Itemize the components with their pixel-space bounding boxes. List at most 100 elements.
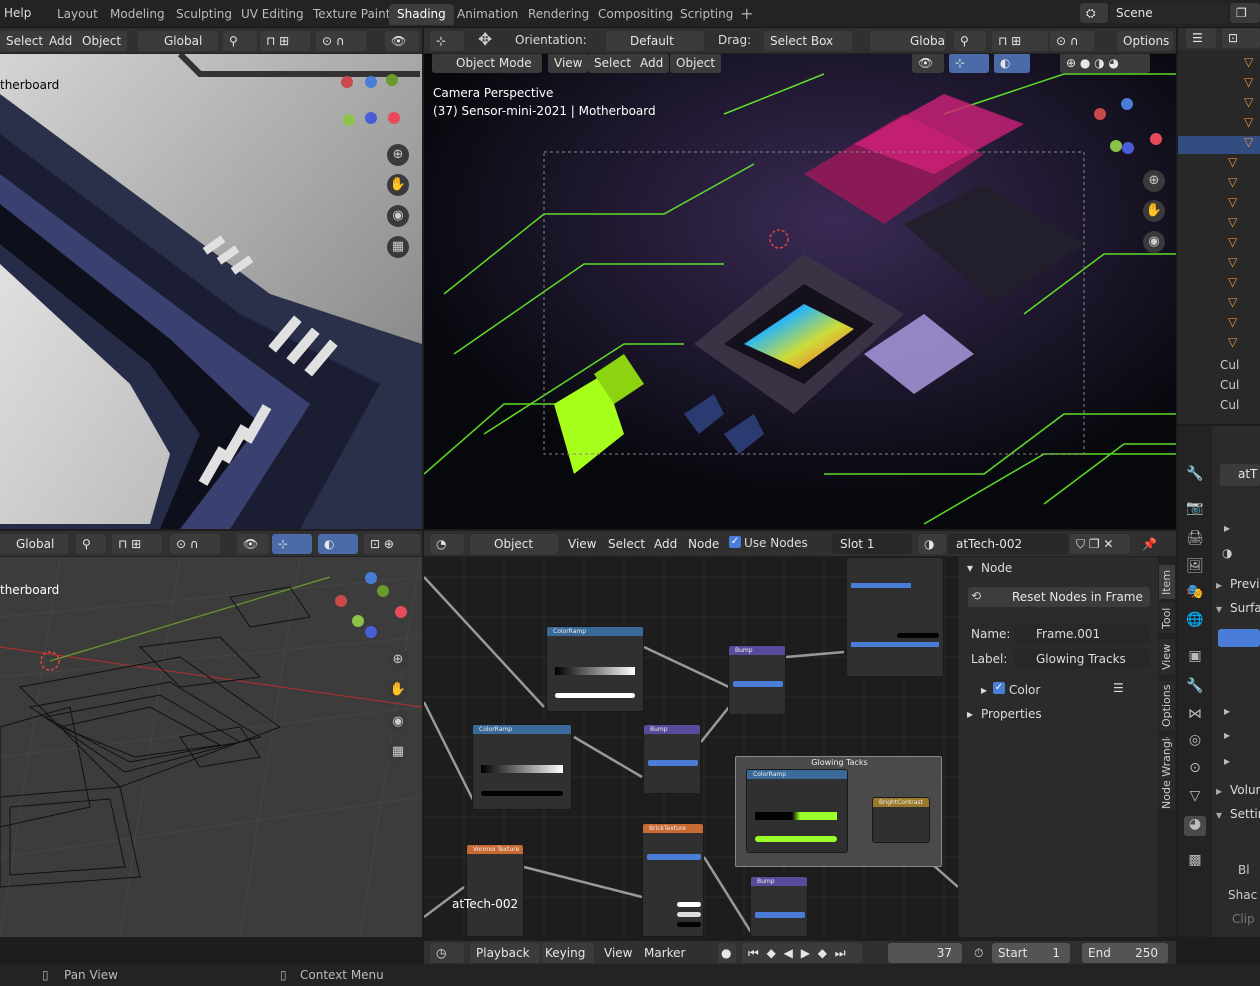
principled-bsdf-node[interactable] <box>846 557 944 677</box>
surface-panel[interactable]: Surfa <box>1230 601 1260 615</box>
gizmo-z-axis[interactable] <box>1121 98 1133 110</box>
camera-icon[interactable]: ◉ <box>1143 231 1165 253</box>
snap-icon[interactable]: ⊓ ⊞ <box>260 31 310 51</box>
workspace-tab[interactable]: Compositing <box>590 4 681 25</box>
gizmo-toggle-icon[interactable]: ⊹ <box>272 534 312 554</box>
voronoi-texture-node[interactable]: Voronoi Texture <box>466 844 524 937</box>
list-icon[interactable]: ☰ <box>1113 681 1124 695</box>
node-label-field[interactable]: Glowing Tracks <box>1014 649 1150 669</box>
expand-icon[interactable]: ▸ <box>1224 754 1230 768</box>
workspace-tab[interactable]: Animation <box>449 4 526 25</box>
preview-panel[interactable]: Previ <box>1230 577 1260 591</box>
hand-icon[interactable]: ✋ <box>1143 200 1165 222</box>
object-icon[interactable]: ▽ <box>1244 96 1256 108</box>
shading-mode-icons[interactable]: ⊡ ⊕ <box>364 534 420 554</box>
add-menu[interactable]: Add <box>648 534 683 554</box>
transform-orientation-dropdown[interactable]: Global <box>138 31 218 51</box>
properties-tab-icon[interactable]: 🎭 <box>1184 584 1206 604</box>
clock-icon[interactable]: ⏱ <box>968 943 990 963</box>
view-menu[interactable]: View <box>548 54 589 73</box>
menu-help[interactable]: Help <box>4 6 31 20</box>
object-icon[interactable]: ▽ <box>1244 76 1256 88</box>
settings-panel[interactable]: Settin <box>1230 807 1260 821</box>
playback-menu[interactable]: Playback <box>470 943 540 963</box>
snap-icon[interactable]: ⊓ ⊞ <box>992 31 1048 51</box>
gizmo-toggle-icon[interactable]: ⊹ <box>949 54 989 73</box>
material-browse-icon[interactable]: ◑ <box>918 534 946 554</box>
color-expand-icon[interactable]: ▸ <box>981 683 987 697</box>
add-menu[interactable]: Add <box>43 31 79 51</box>
view-menu[interactable]: View <box>598 943 638 963</box>
workspace-tab[interactable]: Layout <box>49 4 106 25</box>
workspace-tab[interactable]: Rendering <box>520 4 597 25</box>
properties-tab-icon[interactable]: 🖨 <box>1184 530 1206 550</box>
color-checkbox[interactable]: ✓ <box>993 682 1005 694</box>
node-canvas[interactable]: ColorRamp ColorRamp Bump Bump Voronoi Te… <box>424 557 958 937</box>
sidebar-tab[interactable]: Options <box>1159 681 1175 731</box>
camera-icon[interactable]: ◉ <box>387 205 409 227</box>
object-menu[interactable]: Object <box>670 54 722 73</box>
editor-type-icon[interactable]: ⊹ <box>430 31 464 51</box>
gizmo-x-pos-axis[interactable] <box>395 606 407 618</box>
gizmo-z-neg-axis[interactable] <box>365 112 377 124</box>
node-panel-expand-icon[interactable]: ▾ <box>967 561 973 575</box>
properties-tab-icon[interactable]: ⊙ <box>1184 760 1206 780</box>
add-menu[interactable]: Add <box>634 54 670 73</box>
gizmo-y-neg-axis[interactable] <box>386 74 398 86</box>
gizmo-y-axis[interactable] <box>343 114 355 126</box>
reset-nodes-in-frame-button[interactable]: Reset Nodes in Frame <box>968 587 1150 607</box>
zoom-icon[interactable]: ⊕ <box>387 649 409 671</box>
overlay-toggle-icon[interactable]: ◐ <box>994 54 1030 73</box>
pin-icon[interactable]: 📌 <box>1136 534 1166 554</box>
outliner[interactable]: ☰ ⊡ ▽ ▽ ▽ ▽ ▽ ▽ ▽ ▽ ▽ ▽ ▽ ▽ ▽ ▽ ▽ Cul Cul Cul <box>1178 28 1260 424</box>
expand-icon[interactable]: ▸ <box>1224 728 1230 742</box>
workspace-tab[interactable]: Shading <box>389 4 454 25</box>
overlay-toggle-icon[interactable]: ◐ <box>318 534 358 554</box>
visibility-icon[interactable]: 👁 <box>912 54 944 73</box>
object-icon[interactable]: ▽ <box>1228 336 1240 348</box>
move-tool-icon[interactable]: ✥ <box>478 30 492 50</box>
proportional-icon[interactable]: ⊙ ∩ <box>170 534 220 554</box>
properties-tab-icon[interactable]: ▽ <box>1184 788 1206 808</box>
object-icon[interactable]: ▽ <box>1228 176 1240 188</box>
grid-icon[interactable]: ▦ <box>387 236 409 258</box>
expand-icon[interactable]: ▸ <box>1216 578 1222 592</box>
properties-tab-icon[interactable]: ◕ <box>1184 816 1206 836</box>
scene-selector[interactable]: Scene <box>1110 3 1228 23</box>
proportional-edit-icon[interactable]: ⊙ ∩ <box>316 31 366 51</box>
end-frame-field[interactable]: End 250 <box>1082 943 1168 963</box>
outliner-row[interactable]: Cul <box>1220 358 1239 372</box>
outliner-row[interactable]: Cul <box>1220 398 1239 412</box>
start-frame-field[interactable]: Start 1 <box>992 943 1070 963</box>
pivot-icon[interactable]: ⚲ <box>223 31 257 51</box>
sidebar-tab[interactable]: Tool <box>1159 603 1175 633</box>
object-icon[interactable]: ▽ <box>1228 196 1240 208</box>
zoom-icon[interactable]: ⊕ <box>387 144 409 166</box>
hand-icon[interactable]: ✋ <box>387 679 409 701</box>
orientation-dropdown[interactable]: Global <box>0 534 68 554</box>
object-icon[interactable]: ▽ <box>1228 236 1240 248</box>
expand-icon[interactable]: ▸ <box>1224 704 1230 718</box>
outliner-row[interactable]: Cul <box>1220 378 1239 392</box>
gizmo-x-axis[interactable] <box>341 76 353 88</box>
gizmo-z-axis[interactable] <box>365 76 377 88</box>
colorramp-node[interactable]: ColorRamp <box>746 769 848 853</box>
sidebar-tab[interactable]: View <box>1159 639 1175 675</box>
object-icon[interactable]: ▽ <box>1228 316 1240 328</box>
sidebar-tab[interactable]: Node Wrangler <box>1159 737 1175 809</box>
gizmo-y-neg-axis[interactable] <box>377 585 389 597</box>
gizmo-x-pos-axis[interactable] <box>388 112 400 124</box>
properties-tab-icon[interactable]: 🔧 <box>1184 678 1206 698</box>
object-icon[interactable]: ▽ <box>1244 136 1256 148</box>
shader-icon[interactable]: ◑ <box>1222 546 1232 560</box>
scene-icon[interactable]: ⛭ <box>1080 3 1108 23</box>
properties-tab-icon[interactable]: ⋈ <box>1184 706 1206 726</box>
main-viewport[interactable]: Object Mode View Select Add Object 👁 ⊹ ◐… <box>424 54 1176 529</box>
node-menu[interactable]: Node <box>682 534 725 554</box>
bright-contrast-node[interactable]: BrightContrast <box>872 797 930 843</box>
pivot-icon[interactable]: ⚲ <box>76 534 106 554</box>
brick-texture-node[interactable]: BrickTexture <box>642 823 704 937</box>
object-icon[interactable]: ▽ <box>1228 296 1240 308</box>
properties-tab-icon[interactable]: 🌐 <box>1184 612 1206 632</box>
gizmo-z-neg-axis[interactable] <box>1122 142 1134 154</box>
